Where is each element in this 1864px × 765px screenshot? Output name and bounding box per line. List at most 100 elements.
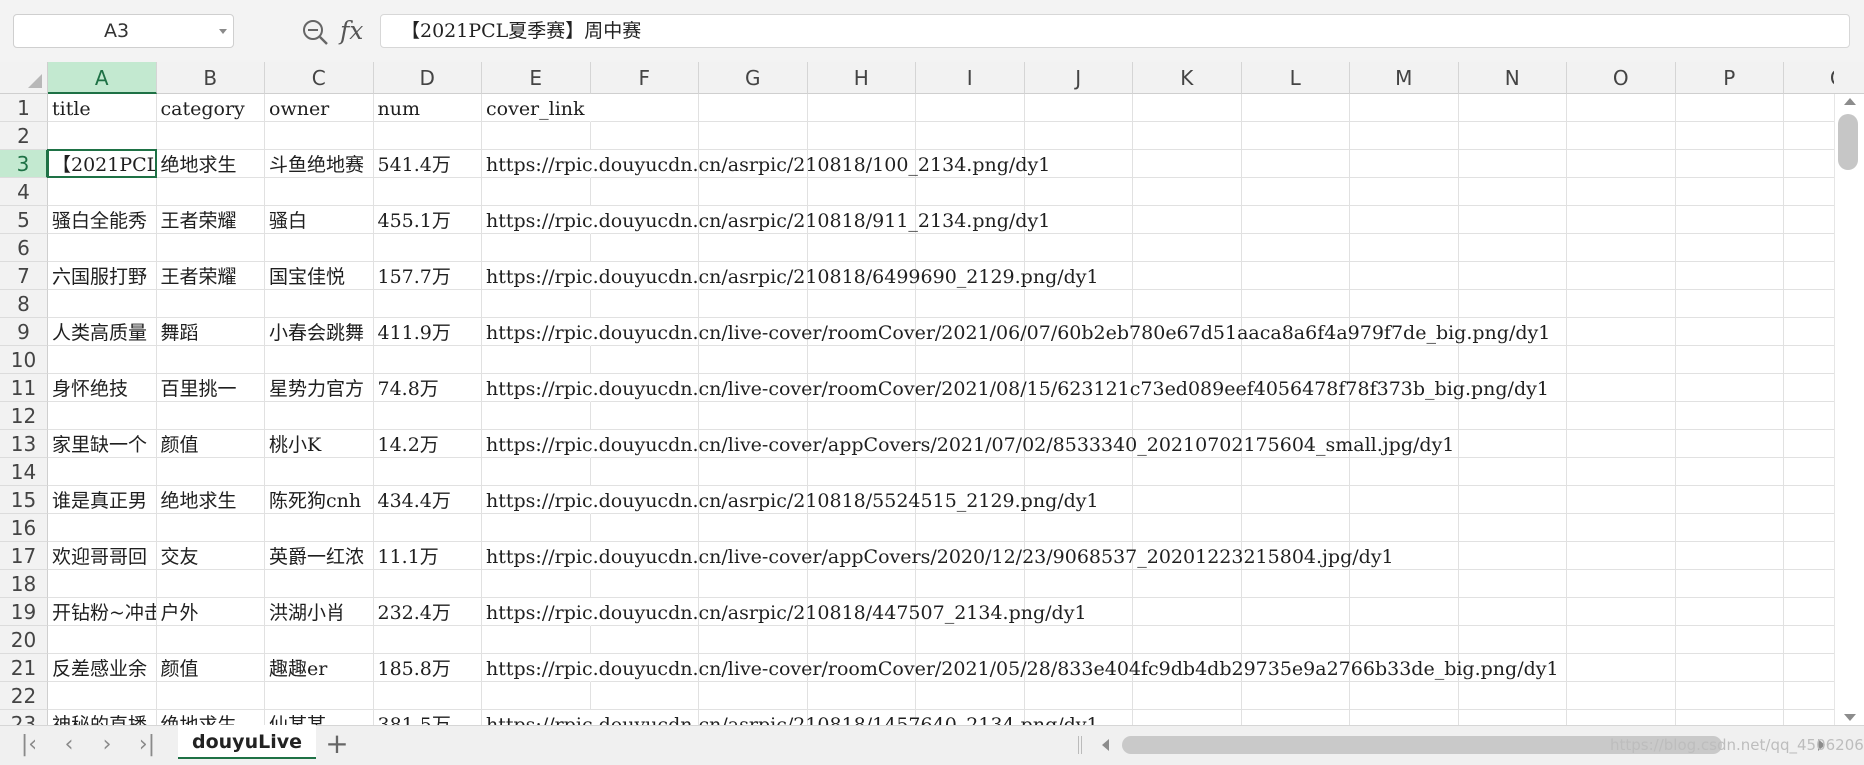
cell-b19[interactable]: 户外	[156, 598, 265, 626]
column-header-a[interactable]: A	[48, 62, 157, 94]
cell-q21[interactable]	[1784, 654, 1834, 682]
column-header-e[interactable]: E	[482, 62, 591, 94]
cell-d13[interactable]: 14.2万	[373, 430, 482, 458]
row-header-18[interactable]: 18	[0, 570, 48, 598]
cell-c21[interactable]: 趣趣er	[265, 654, 374, 682]
cell-n3[interactable]	[1458, 150, 1567, 178]
cell-o22[interactable]	[1567, 682, 1676, 710]
cell-h2[interactable]	[807, 122, 916, 150]
cell-d1[interactable]: num	[373, 94, 482, 122]
cell-p23[interactable]	[1676, 710, 1784, 725]
cell-b3[interactable]: 绝地求生	[156, 150, 265, 178]
cell-d12[interactable]	[373, 402, 482, 430]
column-header-m[interactable]: M	[1350, 62, 1459, 94]
cell-h6[interactable]	[807, 234, 916, 262]
cell-a20[interactable]	[48, 626, 157, 654]
cell-i10[interactable]	[916, 346, 1025, 374]
row-header-7[interactable]: 7	[0, 262, 48, 290]
cell-n7[interactable]	[1458, 262, 1567, 290]
row-header-5[interactable]: 5	[0, 206, 48, 234]
cell-c23[interactable]: 仙某某	[265, 710, 374, 725]
cell-q18[interactable]	[1784, 570, 1834, 598]
cell-k1[interactable]	[1133, 94, 1242, 122]
row-header-9[interactable]: 9	[0, 318, 48, 346]
cell-d3[interactable]: 541.4万	[373, 150, 482, 178]
cell-b2[interactable]	[156, 122, 265, 150]
cell-j18[interactable]	[1024, 570, 1133, 598]
row-header-21[interactable]: 21	[0, 654, 48, 682]
cell-n10[interactable]	[1458, 346, 1567, 374]
cell-i22[interactable]	[916, 682, 1025, 710]
cell-h16[interactable]	[807, 514, 916, 542]
cell-c7[interactable]: 国宝佳悦	[265, 262, 374, 290]
cell-n4[interactable]	[1458, 178, 1567, 206]
cell-j10[interactable]	[1024, 346, 1133, 374]
cell-m15[interactable]	[1350, 486, 1459, 514]
cell-n6[interactable]	[1458, 234, 1567, 262]
cell-a3[interactable]: 【2021PCL	[48, 150, 157, 178]
cell-n2[interactable]	[1458, 122, 1567, 150]
cell-j12[interactable]	[1024, 402, 1133, 430]
cell-b16[interactable]	[156, 514, 265, 542]
cell-c16[interactable]	[265, 514, 374, 542]
cell-o7[interactable]	[1567, 262, 1676, 290]
cell-p4[interactable]	[1675, 178, 1784, 206]
cell-q16[interactable]	[1784, 514, 1834, 542]
cell-q17[interactable]	[1784, 542, 1834, 570]
cell-d11[interactable]: 74.8万	[373, 374, 482, 402]
cell-q1[interactable]	[1784, 94, 1834, 122]
row-header-20[interactable]: 20	[0, 626, 48, 654]
cell-a4[interactable]	[48, 178, 157, 206]
cell-o9[interactable]	[1567, 318, 1676, 346]
cell-g2[interactable]	[699, 122, 808, 150]
last-sheet-icon[interactable]: ›|	[134, 732, 160, 758]
cell-o15[interactable]	[1567, 486, 1676, 514]
cell-f10[interactable]	[590, 346, 699, 374]
cell-a1[interactable]: title	[48, 94, 157, 122]
cell-n14[interactable]	[1458, 458, 1567, 486]
cell-h18[interactable]	[807, 570, 916, 598]
cell-n5[interactable]	[1458, 206, 1567, 234]
cell-k16[interactable]	[1133, 514, 1242, 542]
cell-f4[interactable]	[590, 178, 699, 206]
cell-g20[interactable]	[699, 626, 808, 654]
cell-l15[interactable]	[1241, 486, 1350, 514]
cell-h10[interactable]	[807, 346, 916, 374]
cell-a13[interactable]: 家里缺一个	[48, 430, 157, 458]
cell-c2[interactable]	[265, 122, 374, 150]
cell-b11[interactable]: 百里挑一	[156, 374, 265, 402]
column-header-o[interactable]: O	[1567, 62, 1676, 94]
cell-b1[interactable]: category	[156, 94, 265, 122]
cell-g6[interactable]	[699, 234, 808, 262]
cell-a14[interactable]	[48, 458, 157, 486]
cell-d14[interactable]	[373, 458, 482, 486]
row-header-1[interactable]: 1	[0, 94, 48, 122]
cell-p8[interactable]	[1675, 290, 1784, 318]
cell-j8[interactable]	[1024, 290, 1133, 318]
cell-e14[interactable]	[482, 458, 591, 486]
fx-icon[interactable]: fx	[340, 14, 370, 48]
cell-i14[interactable]	[916, 458, 1025, 486]
row-header-15[interactable]: 15	[0, 486, 48, 514]
cell-l10[interactable]	[1241, 346, 1350, 374]
column-header-g[interactable]: G	[699, 62, 808, 94]
cell-d4[interactable]	[373, 178, 482, 206]
cell-b6[interactable]	[156, 234, 265, 262]
cell-m7[interactable]	[1350, 262, 1459, 290]
cell-l5[interactable]	[1241, 206, 1350, 234]
cell-p12[interactable]	[1675, 402, 1784, 430]
cell-q9[interactable]	[1784, 318, 1834, 346]
cell-q2[interactable]	[1784, 122, 1834, 150]
cell-f22[interactable]	[590, 682, 699, 710]
cell-p7[interactable]	[1675, 262, 1784, 290]
cell-g12[interactable]	[699, 402, 808, 430]
cell-i1[interactable]	[916, 94, 1025, 122]
cell-a21[interactable]: 反差感业余	[48, 654, 157, 682]
cell-a17[interactable]: 欢迎哥哥回	[48, 542, 157, 570]
cell-d18[interactable]	[373, 570, 482, 598]
cell-e22[interactable]	[482, 682, 591, 710]
cell-q13[interactable]	[1784, 430, 1834, 458]
cell-n13[interactable]	[1458, 430, 1567, 458]
row-header-11[interactable]: 11	[0, 374, 48, 402]
cell-i4[interactable]	[916, 178, 1025, 206]
